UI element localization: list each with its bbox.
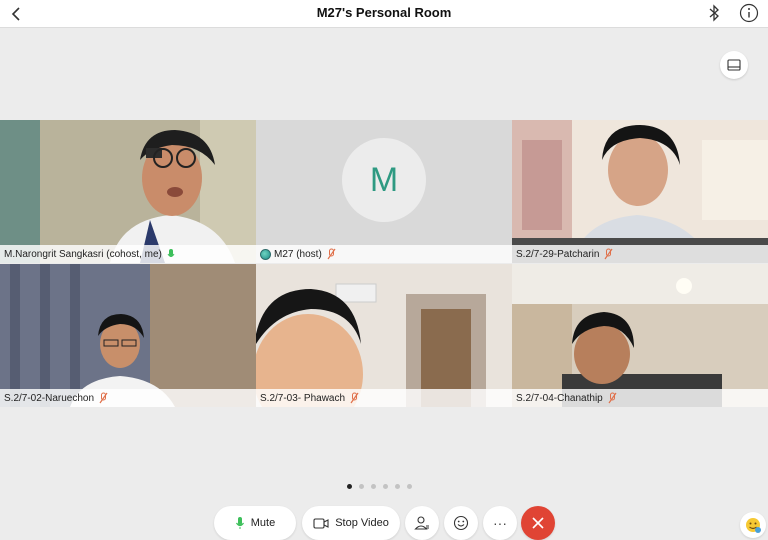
page-dot-5[interactable]: [395, 484, 400, 489]
reactions-button[interactable]: [444, 506, 478, 540]
emoji-icon: [746, 518, 761, 533]
page-dot-2[interactable]: [359, 484, 364, 489]
close-icon: [532, 517, 544, 529]
microphone-muted-icon: [608, 392, 617, 404]
stop-video-button[interactable]: Stop Video: [302, 506, 400, 540]
smiley-icon: [453, 515, 469, 531]
microphone-icon: [235, 516, 245, 530]
video-tile-m27-host[interactable]: M M27 (host): [256, 120, 512, 263]
participant-video: [0, 120, 256, 263]
info-icon: [739, 3, 759, 23]
meeting-controls: Mute Stop Video ···: [0, 506, 768, 540]
participant-video: [512, 120, 768, 263]
info-button[interactable]: [738, 2, 760, 24]
participant-video: [256, 264, 512, 407]
more-options-button[interactable]: ···: [483, 506, 517, 540]
participant-name: S.2/7-04-Chanathip: [516, 392, 603, 404]
participant-name: M.Narongrit Sangkasri (cohost, me): [4, 248, 162, 260]
stop-video-label: Stop Video: [335, 517, 389, 529]
participant-video: [512, 264, 768, 407]
participant-video: [0, 264, 256, 407]
layout-switch-button[interactable]: [720, 51, 748, 79]
participant-name-bar: S.2/7-02-Naruechon: [0, 389, 256, 407]
microphone-muted-icon: [327, 248, 336, 260]
participant-name-bar: S.2/7-04-Chanathip: [512, 389, 768, 407]
participant-name-bar: M.Narongrit Sangkasri (cohost, me): [0, 245, 256, 263]
bluetooth-icon: [709, 4, 719, 22]
video-tile-naruechon[interactable]: S.2/7-02-Naruechon: [0, 264, 256, 407]
end-meeting-button[interactable]: [521, 506, 555, 540]
participant-name: M27 (host): [274, 248, 322, 260]
host-avatar-icon: [260, 248, 271, 260]
mute-button[interactable]: Mute: [214, 506, 296, 540]
page-dot-3[interactable]: [371, 484, 376, 489]
meeting-title: M27's Personal Room: [316, 5, 452, 20]
video-tile-chanathip[interactable]: S.2/7-04-Chanathip: [512, 264, 768, 407]
avatar: M: [342, 138, 426, 222]
participants-icon: [414, 516, 429, 530]
emoji-reaction-button[interactable]: [740, 512, 766, 538]
participant-name-bar: M27 (host): [256, 245, 512, 263]
page-indicator: [347, 484, 412, 489]
video-tile-narongrit[interactable]: M.Narongrit Sangkasri (cohost, me): [0, 120, 256, 263]
participant-name-bar: S.2/7-29-Patcharin: [512, 245, 768, 263]
tablet-layout-icon: [727, 59, 741, 71]
top-bar: M27's Personal Room: [0, 0, 768, 28]
bluetooth-button[interactable]: [703, 2, 725, 24]
participant-name: S.2/7-29-Patcharin: [516, 248, 600, 260]
participant-name: S.2/7-03- Phawach: [260, 392, 346, 404]
video-tile-phawach[interactable]: S.2/7-03- Phawach: [256, 264, 512, 407]
participant-name: S.2/7-02-Naruechon: [4, 392, 95, 404]
microphone-muted-icon: [604, 248, 613, 260]
participant-name-bar: S.2/7-03- Phawach: [256, 389, 512, 407]
page-dot-1[interactable]: [347, 484, 352, 489]
more-options-label: ···: [493, 515, 507, 531]
microphone-muted-icon: [350, 392, 359, 404]
page-dot-6[interactable]: [407, 484, 412, 489]
video-grid: M.Narongrit Sangkasri (cohost, me) M M27…: [0, 120, 768, 407]
microphone-on-icon: [167, 248, 175, 260]
mute-label: Mute: [250, 517, 276, 529]
page-dot-4[interactable]: [383, 484, 388, 489]
microphone-muted-icon: [99, 392, 108, 404]
video-camera-icon: [313, 517, 329, 529]
video-tile-patcharin[interactable]: S.2/7-29-Patcharin: [512, 120, 768, 263]
participants-button[interactable]: [405, 506, 439, 540]
